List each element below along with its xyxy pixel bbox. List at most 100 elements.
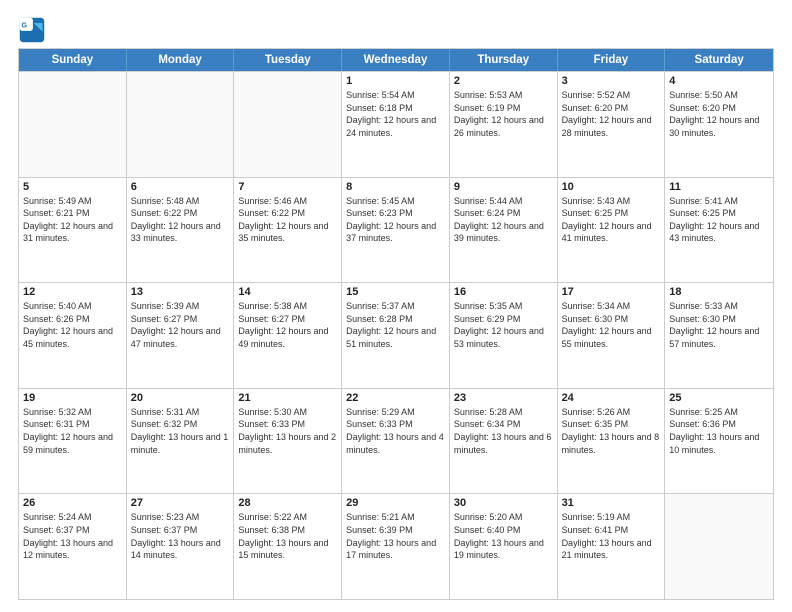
day-cell-21: 21 Sunrise: 5:30 AM Sunset: 6:33 PM Dayli… — [234, 389, 342, 494]
day-info: Sunrise: 5:35 AM Sunset: 6:29 PM Dayligh… — [454, 300, 553, 350]
day-cell-1: 1 Sunrise: 5:54 AM Sunset: 6:18 PM Daylig… — [342, 72, 450, 177]
day-info: Sunrise: 5:19 AM Sunset: 6:41 PM Dayligh… — [562, 511, 661, 561]
day-cell-6: 6Sunrise: 5:48 AM Sunset: 6:22 PM Daylig… — [127, 178, 235, 283]
week-row-5: 26 Sunrise: 5:24 AM Sunset: 6:37 PM Dayli… — [19, 493, 773, 599]
day-info: Sunrise: 5:29 AM Sunset: 6:33 PM Dayligh… — [346, 406, 445, 456]
day-info: Sunrise: 5:28 AM Sunset: 6:34 PM Dayligh… — [454, 406, 553, 456]
svg-text:G: G — [22, 22, 28, 29]
day-info: Sunrise: 5:44 AM Sunset: 6:24 PM Dayligh… — [454, 195, 553, 245]
day-number: 20 — [131, 392, 230, 404]
header-day-wednesday: Wednesday — [342, 49, 450, 71]
day-cell-7: 7Sunrise: 5:46 AM Sunset: 6:22 PM Daylig… — [234, 178, 342, 283]
day-cell-11: 11 Sunrise: 5:41 AM Sunset: 6:25 PM Dayli… — [665, 178, 773, 283]
day-number: 15 — [346, 286, 445, 298]
day-number: 3 — [562, 75, 661, 87]
day-info: Sunrise: 5:53 AM Sunset: 6:19 PM Dayligh… — [454, 89, 553, 139]
day-info: Sunrise: 5:33 AM Sunset: 6:30 PM Dayligh… — [669, 300, 769, 350]
day-number: 22 — [346, 392, 445, 404]
header-day-tuesday: Tuesday — [234, 49, 342, 71]
day-number: 7 — [238, 181, 337, 193]
day-info: Sunrise: 5:24 AM Sunset: 6:37 PM Dayligh… — [23, 511, 122, 561]
day-info: Sunrise: 5:50 AM Sunset: 6:20 PM Dayligh… — [669, 89, 769, 139]
day-number: 13 — [131, 286, 230, 298]
day-number: 14 — [238, 286, 337, 298]
day-number: 30 — [454, 497, 553, 509]
day-number: 24 — [562, 392, 661, 404]
day-cell-5: 5 Sunrise: 5:49 AM Sunset: 6:21 PM Daylig… — [19, 178, 127, 283]
day-cell-12: 12Sunrise: 5:40 AM Sunset: 6:26 PM Dayli… — [19, 283, 127, 388]
day-number: 5 — [23, 181, 122, 193]
header-day-monday: Monday — [127, 49, 235, 71]
day-cell-8: 8 Sunrise: 5:45 AM Sunset: 6:23 PM Daylig… — [342, 178, 450, 283]
day-info: Sunrise: 5:21 AM Sunset: 6:39 PM Dayligh… — [346, 511, 445, 561]
day-number: 8 — [346, 181, 445, 193]
day-cell-18: 18 Sunrise: 5:33 AM Sunset: 6:30 PM Dayli… — [665, 283, 773, 388]
header-day-thursday: Thursday — [450, 49, 558, 71]
day-info: Sunrise: 5:22 AM Sunset: 6:38 PM Dayligh… — [238, 511, 337, 561]
day-cell-4: 4 Sunrise: 5:50 AM Sunset: 6:20 PM Daylig… — [665, 72, 773, 177]
day-number: 31 — [562, 497, 661, 509]
day-info: Sunrise: 5:49 AM Sunset: 6:21 PM Dayligh… — [23, 195, 122, 245]
calendar-header: SundayMondayTuesdayWednesdayThursdayFrid… — [19, 49, 773, 71]
day-number: 17 — [562, 286, 661, 298]
day-cell-31: 31 Sunrise: 5:19 AM Sunset: 6:41 PM Dayli… — [558, 494, 666, 599]
day-number: 16 — [454, 286, 553, 298]
day-number: 18 — [669, 286, 769, 298]
day-cell-23: 23 Sunrise: 5:28 AM Sunset: 6:34 PM Dayli… — [450, 389, 558, 494]
day-info: Sunrise: 5:43 AM Sunset: 6:25 PM Dayligh… — [562, 195, 661, 245]
day-number: 23 — [454, 392, 553, 404]
day-cell-2: 2Sunrise: 5:53 AM Sunset: 6:19 PM Daylig… — [450, 72, 558, 177]
day-info: Sunrise: 5:20 AM Sunset: 6:40 PM Dayligh… — [454, 511, 553, 561]
logo: G — [18, 16, 50, 44]
logo-icon: G — [18, 16, 46, 44]
day-number: 25 — [669, 392, 769, 404]
day-info: Sunrise: 5:40 AM Sunset: 6:26 PM Dayligh… — [23, 300, 122, 350]
day-number: 10 — [562, 181, 661, 193]
day-number: 29 — [346, 497, 445, 509]
day-cell-29: 29 Sunrise: 5:21 AM Sunset: 6:39 PM Dayli… — [342, 494, 450, 599]
day-cell-27: 27Sunrise: 5:23 AM Sunset: 6:37 PM Dayli… — [127, 494, 235, 599]
day-cell-19: 19 Sunrise: 5:32 AM Sunset: 6:31 PM Dayli… — [19, 389, 127, 494]
day-number: 21 — [238, 392, 337, 404]
empty-cell — [234, 72, 342, 177]
day-info: Sunrise: 5:26 AM Sunset: 6:35 PM Dayligh… — [562, 406, 661, 456]
day-number: 1 — [346, 75, 445, 87]
day-number: 6 — [131, 181, 230, 193]
day-info: Sunrise: 5:41 AM Sunset: 6:25 PM Dayligh… — [669, 195, 769, 245]
day-cell-20: 20 Sunrise: 5:31 AM Sunset: 6:32 PM Dayli… — [127, 389, 235, 494]
empty-cell — [127, 72, 235, 177]
week-row-3: 12Sunrise: 5:40 AM Sunset: 6:26 PM Dayli… — [19, 282, 773, 388]
day-number: 9 — [454, 181, 553, 193]
day-number: 4 — [669, 75, 769, 87]
day-cell-3: 3 Sunrise: 5:52 AM Sunset: 6:20 PM Daylig… — [558, 72, 666, 177]
day-info: Sunrise: 5:54 AM Sunset: 6:18 PM Dayligh… — [346, 89, 445, 139]
day-cell-13: 13 Sunrise: 5:39 AM Sunset: 6:27 PM Dayli… — [127, 283, 235, 388]
day-info: Sunrise: 5:31 AM Sunset: 6:32 PM Dayligh… — [131, 406, 230, 456]
day-cell-24: 24 Sunrise: 5:26 AM Sunset: 6:35 PM Dayli… — [558, 389, 666, 494]
day-cell-9: 9 Sunrise: 5:44 AM Sunset: 6:24 PM Daylig… — [450, 178, 558, 283]
day-info: Sunrise: 5:30 AM Sunset: 6:33 PM Dayligh… — [238, 406, 337, 456]
empty-cell — [665, 494, 773, 599]
day-cell-25: 25Sunrise: 5:25 AM Sunset: 6:36 PM Dayli… — [665, 389, 773, 494]
day-info: Sunrise: 5:45 AM Sunset: 6:23 PM Dayligh… — [346, 195, 445, 245]
day-number: 27 — [131, 497, 230, 509]
page: G SundayMondayTuesdayWednesdayThursdayFr… — [0, 0, 792, 612]
day-cell-10: 10 Sunrise: 5:43 AM Sunset: 6:25 PM Dayli… — [558, 178, 666, 283]
day-cell-28: 28Sunrise: 5:22 AM Sunset: 6:38 PM Dayli… — [234, 494, 342, 599]
day-info: Sunrise: 5:39 AM Sunset: 6:27 PM Dayligh… — [131, 300, 230, 350]
day-info: Sunrise: 5:52 AM Sunset: 6:20 PM Dayligh… — [562, 89, 661, 139]
day-info: Sunrise: 5:37 AM Sunset: 6:28 PM Dayligh… — [346, 300, 445, 350]
week-row-4: 19 Sunrise: 5:32 AM Sunset: 6:31 PM Dayli… — [19, 388, 773, 494]
header: G — [18, 16, 774, 44]
day-cell-26: 26 Sunrise: 5:24 AM Sunset: 6:37 PM Dayli… — [19, 494, 127, 599]
day-info: Sunrise: 5:34 AM Sunset: 6:30 PM Dayligh… — [562, 300, 661, 350]
header-day-saturday: Saturday — [665, 49, 773, 71]
header-day-friday: Friday — [558, 49, 666, 71]
week-row-1: 1 Sunrise: 5:54 AM Sunset: 6:18 PM Daylig… — [19, 71, 773, 177]
day-number: 11 — [669, 181, 769, 193]
day-number: 26 — [23, 497, 122, 509]
day-info: Sunrise: 5:32 AM Sunset: 6:31 PM Dayligh… — [23, 406, 122, 456]
calendar: SundayMondayTuesdayWednesdayThursdayFrid… — [18, 48, 774, 600]
day-number: 19 — [23, 392, 122, 404]
day-cell-30: 30 Sunrise: 5:20 AM Sunset: 6:40 PM Dayli… — [450, 494, 558, 599]
